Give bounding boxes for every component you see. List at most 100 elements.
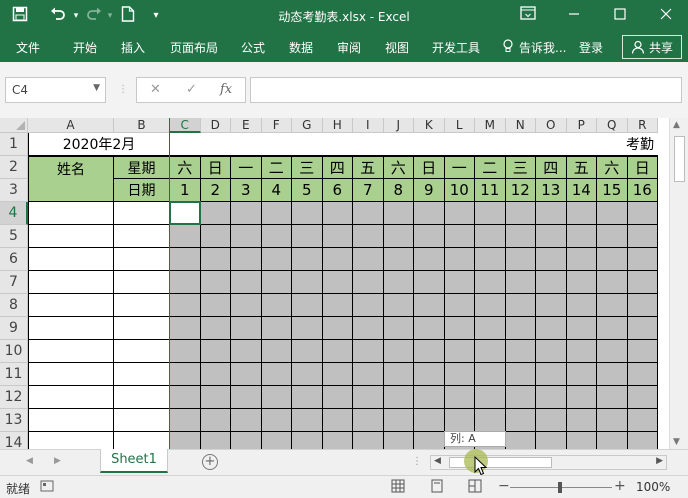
cell-f7[interactable] bbox=[261, 271, 292, 294]
cell-r14[interactable] bbox=[627, 432, 658, 449]
cell-h11[interactable] bbox=[322, 363, 353, 386]
cell-p14[interactable] bbox=[566, 432, 597, 449]
tab-page-layout[interactable]: 页面布局 bbox=[170, 39, 218, 56]
row-header-13[interactable]: 13 bbox=[0, 409, 28, 432]
cell-f14[interactable] bbox=[261, 432, 292, 449]
cell-k10[interactable] bbox=[414, 340, 445, 363]
row-header-1[interactable]: 1 bbox=[0, 133, 28, 156]
cell-j6[interactable] bbox=[383, 248, 414, 271]
cell-date-n[interactable]: 12 bbox=[505, 179, 536, 202]
column-header-f[interactable]: F bbox=[261, 118, 292, 133]
row-header-6[interactable]: 6 bbox=[0, 248, 28, 271]
cancel-icon[interactable]: ✕ bbox=[150, 82, 161, 97]
cell-weekday-h[interactable]: 四 bbox=[322, 156, 353, 179]
cell-k5[interactable] bbox=[414, 225, 445, 248]
cell-h5[interactable] bbox=[322, 225, 353, 248]
cell-p8[interactable] bbox=[566, 294, 597, 317]
row-header-5[interactable]: 5 bbox=[0, 225, 28, 248]
cell-f12[interactable] bbox=[261, 386, 292, 409]
cell-j12[interactable] bbox=[383, 386, 414, 409]
tab-view[interactable]: 视图 bbox=[385, 39, 409, 56]
cell-q6[interactable] bbox=[597, 248, 628, 271]
column-header-m[interactable]: M bbox=[475, 118, 506, 133]
cell-k4[interactable] bbox=[414, 202, 445, 225]
cell-l4[interactable] bbox=[444, 202, 475, 225]
cell-q5[interactable] bbox=[597, 225, 628, 248]
cell-r7[interactable] bbox=[627, 271, 658, 294]
tab-data[interactable]: 数据 bbox=[289, 39, 313, 56]
enter-icon[interactable]: ✓ bbox=[186, 82, 197, 97]
name-box-dropdown-icon[interactable]: ▼ bbox=[93, 83, 100, 93]
cell-i11[interactable] bbox=[353, 363, 384, 386]
cell-g7[interactable] bbox=[292, 271, 323, 294]
cell-weekday-l[interactable]: 一 bbox=[444, 156, 475, 179]
cell-b2-weekday-header[interactable]: 星期 bbox=[114, 156, 170, 179]
cell-d8[interactable] bbox=[200, 294, 231, 317]
cell-p12[interactable] bbox=[566, 386, 597, 409]
cell-o9[interactable] bbox=[536, 317, 567, 340]
cell-date-h[interactable]: 6 bbox=[322, 179, 353, 202]
cell-j5[interactable] bbox=[383, 225, 414, 248]
cell-f10[interactable] bbox=[261, 340, 292, 363]
cell-date-l[interactable]: 10 bbox=[444, 179, 475, 202]
select-all-button[interactable] bbox=[0, 118, 28, 133]
cell-o13[interactable] bbox=[536, 409, 567, 432]
cell-p10[interactable] bbox=[566, 340, 597, 363]
column-header-j[interactable]: J bbox=[383, 118, 414, 133]
cell-h7[interactable] bbox=[322, 271, 353, 294]
cell-b8[interactable] bbox=[114, 294, 170, 317]
tab-review[interactable]: 审阅 bbox=[337, 39, 361, 56]
cell-r8[interactable] bbox=[627, 294, 658, 317]
cell-e5[interactable] bbox=[231, 225, 262, 248]
cell-i9[interactable] bbox=[353, 317, 384, 340]
cell-i7[interactable] bbox=[353, 271, 384, 294]
cell-r10[interactable] bbox=[627, 340, 658, 363]
cell-m9[interactable] bbox=[475, 317, 506, 340]
cell-a10[interactable] bbox=[28, 340, 114, 363]
column-header-o[interactable]: O bbox=[536, 118, 567, 133]
cell-weekday-k[interactable]: 日 bbox=[414, 156, 445, 179]
cell-l9[interactable] bbox=[444, 317, 475, 340]
cell-weekday-c[interactable]: 六 bbox=[170, 156, 201, 179]
page-layout-view-icon[interactable] bbox=[429, 479, 445, 495]
cell-a5[interactable] bbox=[28, 225, 114, 248]
cell-j14[interactable] bbox=[383, 432, 414, 449]
cell-q4[interactable] bbox=[597, 202, 628, 225]
cell-b5[interactable] bbox=[114, 225, 170, 248]
cell-weekday-q[interactable]: 六 bbox=[597, 156, 628, 179]
cell-h9[interactable] bbox=[322, 317, 353, 340]
ribbon-display-options-icon[interactable] bbox=[518, 6, 538, 26]
cell-d7[interactable] bbox=[200, 271, 231, 294]
cell-b3-date-header[interactable]: 日期 bbox=[114, 179, 170, 202]
cell-a1-month[interactable]: 2020年2月 bbox=[28, 133, 170, 156]
cell-a7[interactable] bbox=[28, 271, 114, 294]
page-break-view-icon[interactable] bbox=[467, 479, 483, 495]
cell-b7[interactable] bbox=[114, 271, 170, 294]
split-handle-icon[interactable]: ⋮ bbox=[412, 456, 422, 467]
column-header-k[interactable]: K bbox=[414, 118, 445, 133]
cell-date-p[interactable]: 14 bbox=[566, 179, 597, 202]
cell-a11[interactable] bbox=[28, 363, 114, 386]
cell-o6[interactable] bbox=[536, 248, 567, 271]
cell-o12[interactable] bbox=[536, 386, 567, 409]
tab-scroll-right-icon[interactable]: ▶ bbox=[54, 456, 61, 466]
cell-weekday-n[interactable]: 三 bbox=[505, 156, 536, 179]
cell-b4[interactable] bbox=[114, 202, 170, 225]
cell-c9[interactable] bbox=[170, 317, 201, 340]
vertical-scrollbar[interactable]: ▲ ▼ bbox=[669, 118, 688, 449]
cell-l8[interactable] bbox=[444, 294, 475, 317]
cell-weekday-p[interactable]: 五 bbox=[566, 156, 597, 179]
cell-b14[interactable] bbox=[114, 432, 170, 449]
cell-d9[interactable] bbox=[200, 317, 231, 340]
cell-b6[interactable] bbox=[114, 248, 170, 271]
cell-k6[interactable] bbox=[414, 248, 445, 271]
add-sheet-icon[interactable]: + bbox=[202, 454, 218, 470]
cell-date-j[interactable]: 8 bbox=[383, 179, 414, 202]
cell-c6[interactable] bbox=[170, 248, 201, 271]
cell-f6[interactable] bbox=[261, 248, 292, 271]
cell-p11[interactable] bbox=[566, 363, 597, 386]
cell-r5[interactable] bbox=[627, 225, 658, 248]
cell-weekday-f[interactable]: 二 bbox=[261, 156, 292, 179]
cell-weekday-g[interactable]: 三 bbox=[292, 156, 323, 179]
row-header-12[interactable]: 12 bbox=[0, 386, 28, 409]
